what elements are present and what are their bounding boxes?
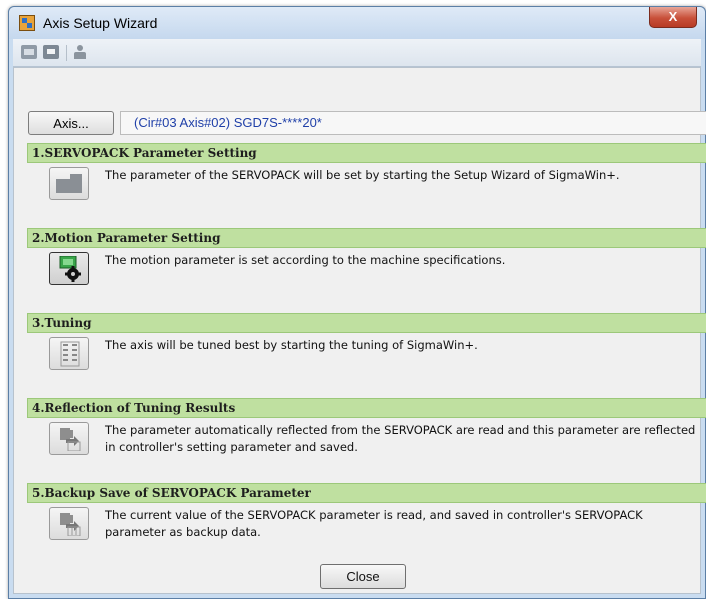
servopack-setting-button[interactable] — [49, 167, 89, 200]
section-header-tuning: 3.Tuning — [27, 313, 706, 333]
backup-description: The current value of the SERVOPACK param… — [105, 508, 643, 539]
toolbar-window-icon[interactable] — [43, 45, 59, 59]
toolbar-grid-icon[interactable] — [21, 45, 37, 59]
backup-icon — [58, 512, 82, 537]
axis-info-field: (Cir#03 Axis#02) SGD7S-****20* — [120, 111, 706, 135]
toolbar-user-icon[interactable] — [72, 45, 88, 59]
section-header-motion: 2.Motion Parameter Setting — [27, 228, 706, 248]
title-bar: Axis Setup Wizard X — [9, 7, 705, 39]
wizard-content: Axis... (Cir#03 Axis#02) SGD7S-****20* 1… — [13, 67, 706, 594]
backup-button[interactable] — [49, 507, 89, 540]
section-header-backup: 5.Backup Save of SERVOPACK Parameter — [27, 483, 706, 503]
tuning-description: The axis will be tuned best by starting … — [105, 338, 478, 352]
axis-setup-wizard-window: Axis Setup Wizard X Axis... (Cir#03 Axis… — [8, 6, 706, 599]
window-close-button[interactable]: X — [649, 7, 697, 28]
tuning-icon — [60, 341, 80, 367]
toolbar-separator — [66, 45, 67, 61]
app-icon — [19, 15, 35, 31]
servopack-description: The parameter of the SERVOPACK will be s… — [105, 168, 620, 182]
section-header-servopack: 1.SERVOPACK Parameter Setting — [27, 143, 706, 163]
section-header-reflection: 4.Reflection of Tuning Results — [27, 398, 706, 418]
reflection-description: The parameter automatically reflected fr… — [105, 423, 696, 454]
reflection-icon — [58, 427, 82, 452]
servopack-icon — [56, 174, 82, 193]
close-button[interactable]: Close — [320, 564, 406, 589]
tuning-button[interactable] — [49, 337, 89, 370]
window-title: Axis Setup Wizard — [43, 15, 158, 31]
motion-gear-icon — [58, 255, 82, 282]
toolbar — [13, 39, 701, 67]
axis-select-button[interactable]: Axis... — [28, 111, 114, 135]
reflection-button[interactable] — [49, 422, 89, 455]
motion-description: The motion parameter is set according to… — [105, 253, 506, 267]
motion-setting-button[interactable] — [49, 252, 89, 285]
